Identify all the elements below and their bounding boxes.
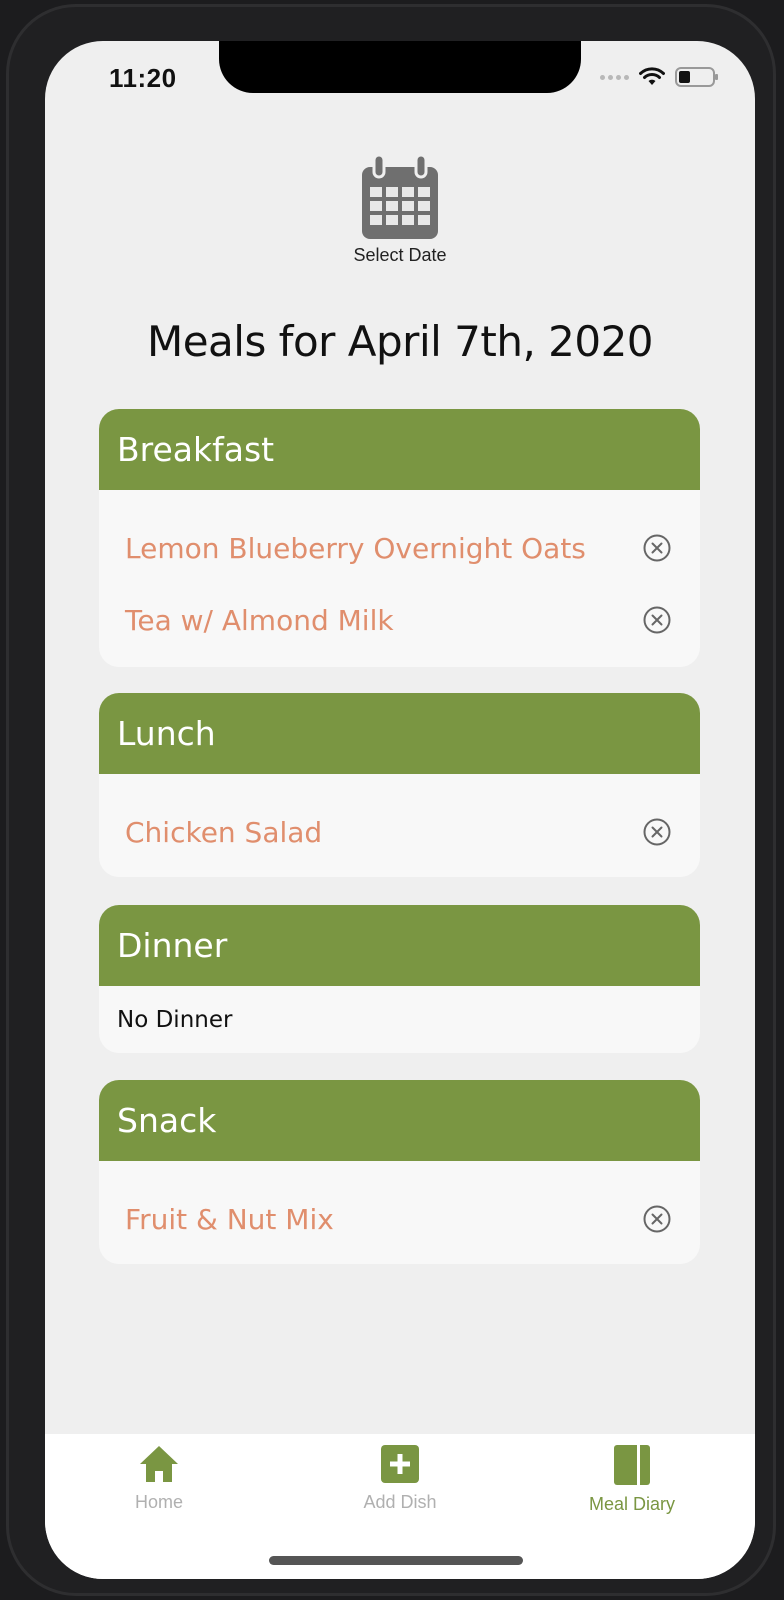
tab-meal-diary[interactable]: Meal Diary xyxy=(542,1444,722,1515)
meal-card-breakfast: Breakfast Lemon Blueberry Overnight Oats… xyxy=(99,409,700,667)
remove-dish-icon[interactable] xyxy=(642,605,672,635)
tab-label: Home xyxy=(134,1492,183,1512)
meal-card-dinner: Dinner No Dinner xyxy=(99,905,700,1053)
app-screen: 11:20 Select Date Meals for April 7th, 2… xyxy=(45,41,755,1579)
journal-icon xyxy=(614,1445,650,1485)
meal-card-snack: Snack Fruit & Nut Mix xyxy=(99,1080,700,1264)
dish-name[interactable]: Fruit & Nut Mix xyxy=(125,1203,334,1236)
signal-icon xyxy=(600,74,629,80)
dish-name[interactable]: Chicken Salad xyxy=(125,816,322,849)
status-icons xyxy=(600,67,719,87)
meal-card-lunch: Lunch Chicken Salad xyxy=(99,693,700,877)
remove-dish-icon[interactable] xyxy=(642,1204,672,1234)
dish-row[interactable]: Fruit & Nut Mix xyxy=(99,1183,700,1255)
remove-dish-icon[interactable] xyxy=(642,533,672,563)
select-date-button[interactable]: Select Date xyxy=(45,155,755,266)
status-time: 11:20 xyxy=(109,63,177,93)
dish-name[interactable]: Tea w/ Almond Milk xyxy=(125,604,394,637)
dish-row[interactable]: Lemon Blueberry Overnight Oats xyxy=(99,512,700,584)
empty-meal-text: No Dinner xyxy=(117,1006,233,1033)
dish-row[interactable]: Tea w/ Almond Milk xyxy=(99,584,700,656)
battery-icon xyxy=(675,67,718,87)
page-title: Meals for April 7th, 2020 xyxy=(146,317,654,366)
dish-row[interactable]: Chicken Salad xyxy=(99,796,700,868)
meal-header-lunch: Lunch xyxy=(99,693,700,774)
tab-label: Add Dish xyxy=(363,1492,437,1512)
notch xyxy=(219,41,581,93)
phone-frame: 11:20 Select Date Meals for April 7th, 2… xyxy=(6,4,776,1596)
meal-header-snack: Snack xyxy=(99,1080,700,1161)
tab-add-dish[interactable]: Add Dish xyxy=(310,1444,490,1513)
wifi-icon xyxy=(639,67,665,85)
dish-name[interactable]: Lemon Blueberry Overnight Oats xyxy=(125,532,586,565)
calendar-icon xyxy=(362,155,438,239)
remove-dish-icon[interactable] xyxy=(642,817,672,847)
meal-header-breakfast: Breakfast xyxy=(99,409,700,490)
select-date-label: Select Date xyxy=(353,245,447,265)
tab-home[interactable]: Home xyxy=(69,1444,249,1513)
home-indicator xyxy=(269,1556,523,1565)
home-icon xyxy=(140,1446,178,1482)
tab-label: Meal Diary xyxy=(588,1494,676,1514)
meal-header-dinner: Dinner xyxy=(99,905,700,986)
add-square-icon xyxy=(381,1445,419,1483)
